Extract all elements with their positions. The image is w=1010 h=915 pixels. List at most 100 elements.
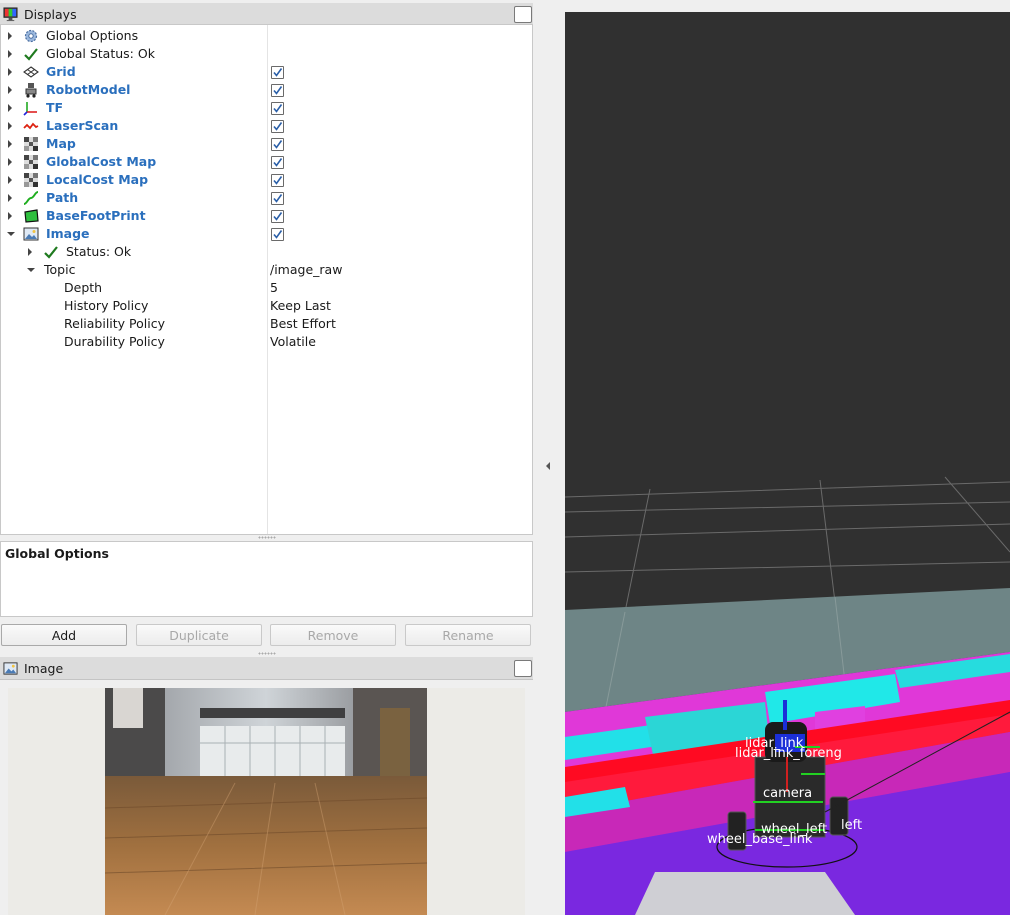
expand-arrow-icon[interactable] — [8, 32, 12, 40]
map-icon — [24, 137, 38, 151]
camera-image — [105, 688, 427, 915]
expand-arrow-icon[interactable] — [28, 248, 32, 256]
tree-row-laserscan[interactable]: LaserScan — [1, 117, 532, 135]
splitter-handle[interactable] — [258, 652, 276, 655]
depth-value-field[interactable]: 5 — [270, 279, 278, 297]
expand-arrow-icon[interactable] — [8, 140, 12, 148]
tree-row-label: Topic — [44, 262, 76, 277]
tree-row-map[interactable]: Map — [1, 135, 532, 153]
tree-row-image[interactable]: Image — [1, 225, 532, 243]
description-title: Global Options — [5, 546, 109, 561]
camera-image-viewport — [8, 688, 525, 915]
map-icon — [24, 155, 38, 169]
tree-row-label: Path — [46, 190, 79, 205]
description-panel: Global Options — [0, 541, 533, 617]
map-icon — [24, 173, 38, 187]
splitter-handle[interactable] — [258, 536, 276, 539]
image-icon — [23, 227, 39, 241]
tree-row-global-status[interactable]: Global Status: Ok — [1, 45, 532, 63]
rename-button[interactable]: Rename — [405, 624, 531, 646]
checkmark-icon — [44, 246, 58, 259]
enable-checkbox[interactable] — [271, 210, 284, 223]
enable-checkbox[interactable] — [271, 174, 284, 187]
monitor-icon — [3, 6, 18, 21]
topic-value-field[interactable]: /image_raw — [270, 261, 342, 279]
tree-row-tf[interactable]: TF — [1, 99, 532, 117]
panel-float-button[interactable] — [514, 6, 532, 23]
checkmark-icon — [24, 48, 38, 61]
tree-row-grid[interactable]: Grid — [1, 63, 532, 81]
tree-row-label: Durability Policy — [64, 334, 165, 349]
tree-row-topic[interactable]: Topic /image_raw — [1, 261, 532, 279]
displays-panel-header: Displays — [0, 3, 533, 26]
expand-arrow-icon[interactable] — [8, 194, 12, 202]
collapse-arrow-icon[interactable] — [27, 268, 35, 272]
enable-checkbox[interactable] — [271, 84, 284, 97]
enable-checkbox[interactable] — [271, 120, 284, 133]
image-panel-title: Image — [24, 660, 64, 676]
tree-row-label: RobotModel — [46, 82, 131, 97]
expand-arrow-icon[interactable] — [8, 122, 12, 130]
panel-float-button[interactable] — [514, 660, 532, 677]
enable-checkbox[interactable] — [271, 66, 284, 79]
expand-arrow-icon[interactable] — [8, 68, 12, 76]
rviz-3d-view[interactable]: lidar_link lidar_link_foreng camera whee… — [565, 12, 1010, 915]
tree-row-path[interactable]: Path — [1, 189, 532, 207]
tree-row-label: Depth — [64, 280, 103, 295]
tree-row-label: Image — [46, 226, 90, 241]
enable-checkbox[interactable] — [271, 156, 284, 169]
tree-row-depth[interactable]: Depth 5 — [1, 279, 532, 297]
add-button[interactable]: Add — [1, 624, 127, 646]
collapse-left-panel-icon[interactable] — [546, 462, 550, 470]
tree-row-image-status[interactable]: Status: Ok — [1, 243, 532, 261]
tree-row-label: Global Options — [46, 28, 139, 43]
grid-icon — [23, 66, 39, 78]
expand-arrow-icon[interactable] — [8, 158, 12, 166]
remove-button[interactable]: Remove — [270, 624, 396, 646]
tree-row-label: Status: Ok — [66, 244, 132, 259]
tree-row-label: LaserScan — [46, 118, 119, 133]
tree-row-durability-policy[interactable]: Durability Policy Volatile — [1, 333, 532, 351]
displays-tree[interactable]: Global Options Global Status: Ok Grid Ro… — [0, 24, 533, 535]
expand-arrow-icon[interactable] — [8, 50, 12, 58]
enable-checkbox[interactable] — [271, 228, 284, 241]
tree-row-label: Map — [46, 136, 76, 151]
robot-icon — [25, 83, 37, 98]
laser-icon — [23, 122, 39, 130]
reliability-policy-value-field[interactable]: Best Effort — [270, 315, 336, 333]
tree-row-label: LocalCost Map — [46, 172, 149, 187]
polygon-icon — [24, 209, 39, 223]
image-icon — [3, 661, 18, 675]
tree-row-basefootprint[interactable]: BaseFootPrint — [1, 207, 532, 225]
tree-row-label: BaseFootPrint — [46, 208, 146, 223]
tree-row-label: TF — [46, 100, 64, 115]
duplicate-button[interactable]: Duplicate — [136, 624, 262, 646]
frame-label: lidar_link_foreng — [735, 746, 842, 761]
tree-row-label: GlobalCost Map — [46, 154, 157, 169]
expand-arrow-icon[interactable] — [8, 104, 12, 112]
tree-row-global-options[interactable]: Global Options — [1, 27, 532, 45]
axes-icon — [23, 102, 37, 116]
path-icon — [23, 191, 39, 205]
enable-checkbox[interactable] — [271, 138, 284, 151]
collapse-arrow-icon[interactable] — [7, 232, 15, 236]
frame-label: left — [841, 818, 863, 833]
tree-row-robotmodel[interactable]: RobotModel — [1, 81, 532, 99]
frame-label: wheel_base_link — [707, 832, 813, 847]
expand-arrow-icon[interactable] — [8, 86, 12, 94]
history-policy-value-field[interactable]: Keep Last — [270, 297, 331, 315]
durability-policy-value-field[interactable]: Volatile — [270, 333, 316, 351]
tree-row-localcost-map[interactable]: LocalCost Map — [1, 171, 532, 189]
scene-render — [565, 476, 1010, 915]
enable-checkbox[interactable] — [271, 102, 284, 115]
tree-row-label: Grid — [46, 64, 76, 79]
tree-row-history-policy[interactable]: History Policy Keep Last — [1, 297, 532, 315]
expand-arrow-icon[interactable] — [8, 176, 12, 184]
expand-arrow-icon[interactable] — [8, 212, 12, 220]
tree-row-reliability-policy[interactable]: Reliability Policy Best Effort — [1, 315, 532, 333]
tree-row-globalcost-map[interactable]: GlobalCost Map — [1, 153, 532, 171]
tree-row-label: Reliability Policy — [64, 316, 166, 331]
frame-label: camera — [763, 786, 813, 801]
enable-checkbox[interactable] — [271, 192, 284, 205]
tree-row-label: History Policy — [64, 298, 149, 313]
